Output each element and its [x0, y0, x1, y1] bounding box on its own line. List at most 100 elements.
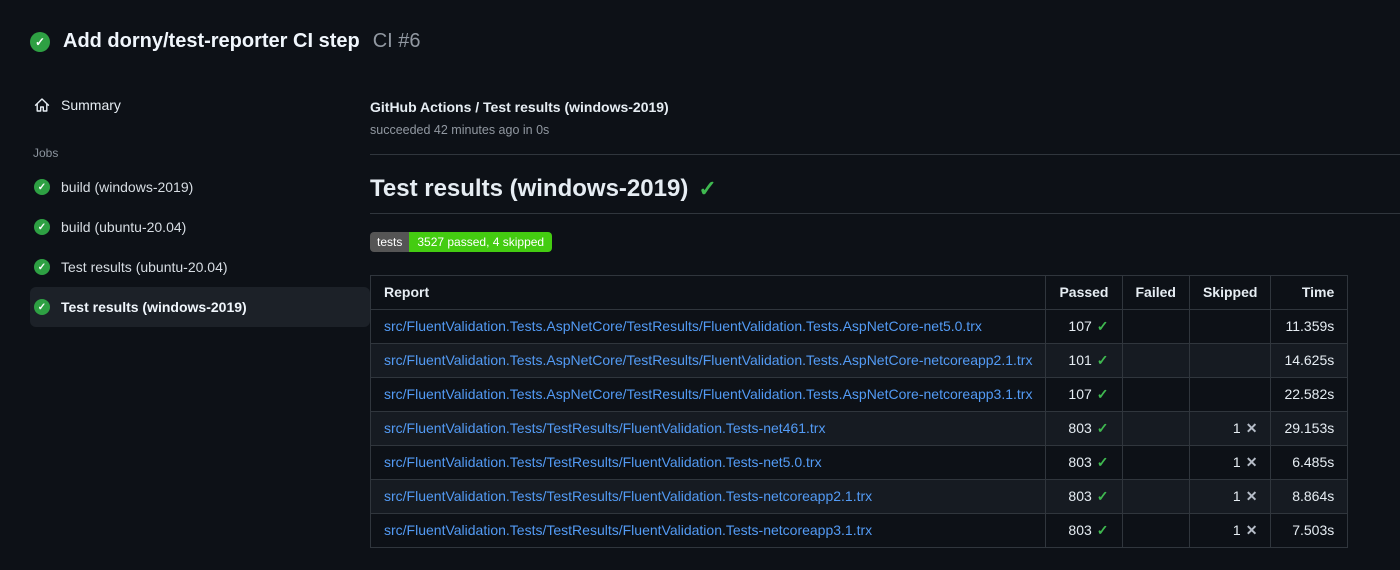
passed-cell: 101 ✓: [1045, 343, 1123, 378]
report-link[interactable]: src/FluentValidation.Tests/TestResults/F…: [384, 454, 822, 470]
pass-check-icon: ✓: [1096, 454, 1109, 470]
pass-check-icon: ✓: [1096, 352, 1109, 368]
time-cell: 11.359s: [1270, 309, 1349, 344]
sidebar: Summary Jobs ✓ build (windows-2019) ✓ bu…: [0, 93, 370, 548]
pass-check-icon: ✓: [1096, 318, 1109, 334]
job-success-icon: ✓: [34, 259, 50, 275]
skipped-cell: 1 ✕: [1188, 445, 1272, 480]
run-title: Add dorny/test-reporter CI step: [63, 30, 360, 52]
table-body: src/FluentValidation.Tests.AspNetCore/Te…: [369, 309, 1349, 548]
skipped-cell: [1188, 377, 1272, 412]
skip-x-icon: ✕: [1245, 420, 1258, 436]
failed-cell: [1121, 445, 1190, 480]
table-row: src/FluentValidation.Tests/TestResults/F…: [369, 411, 1349, 446]
table-row: src/FluentValidation.Tests/TestResults/F…: [369, 479, 1349, 514]
pass-check-icon: ✓: [1096, 420, 1109, 436]
section-check-icon: ✓: [698, 176, 717, 201]
time-cell: 14.625s: [1270, 343, 1349, 378]
passed-cell: 107 ✓: [1045, 377, 1123, 412]
jobs-section-label: Jobs: [33, 146, 59, 160]
run-success-icon: ✓: [30, 31, 50, 52]
skip-x-icon: ✕: [1245, 488, 1258, 504]
section-title-text: Test results (windows-2019): [370, 175, 689, 202]
failed-cell: [1121, 377, 1190, 412]
column-header-time: Time: [1270, 275, 1349, 310]
report-cell: src/FluentValidation.Tests.AspNetCore/Te…: [369, 309, 1047, 344]
main-content: GitHub Actions / Test results (windows-2…: [369, 93, 1400, 548]
report-cell: src/FluentValidation.Tests/TestResults/F…: [369, 411, 1047, 446]
pass-check-icon: ✓: [1096, 522, 1109, 538]
skipped-cell: 1 ✕: [1188, 411, 1272, 446]
pass-check-icon: ✓: [1096, 386, 1109, 402]
failed-cell: [1121, 513, 1190, 548]
report-link[interactable]: src/FluentValidation.Tests.AspNetCore/Te…: [384, 386, 1032, 402]
table-row: src/FluentValidation.Tests/TestResults/F…: [369, 513, 1349, 548]
table-row: src/FluentValidation.Tests.AspNetCore/Te…: [369, 343, 1349, 378]
job-item-label: build (ubuntu-20.04): [61, 219, 187, 235]
check-run-title: GitHub Actions / Test results (windows-2…: [370, 99, 669, 115]
report-cell: src/FluentValidation.Tests/TestResults/F…: [369, 513, 1047, 548]
skip-x-icon: ✕: [1245, 522, 1258, 538]
report-link[interactable]: src/FluentValidation.Tests/TestResults/F…: [384, 420, 825, 436]
job-item-label: build (windows-2019): [61, 179, 194, 195]
skipped-cell: 1 ✕: [1188, 479, 1272, 514]
tests-badge: tests 3527 passed, 4 skipped: [370, 232, 553, 252]
report-cell: src/FluentValidation.Tests/TestResults/F…: [369, 479, 1047, 514]
tests-badge-label: tests: [370, 232, 410, 252]
time-cell: 22.582s: [1270, 377, 1349, 412]
skipped-cell: 1 ✕: [1188, 513, 1272, 548]
report-cell: src/FluentValidation.Tests.AspNetCore/Te…: [369, 377, 1047, 412]
sidebar-job-item[interactable]: ✓ Test results (windows-2019): [30, 287, 370, 327]
check-run-status: succeeded 42 minutes ago in 0s: [370, 123, 550, 137]
report-cell: src/FluentValidation.Tests.AspNetCore/Te…: [369, 343, 1047, 378]
report-link[interactable]: src/FluentValidation.Tests.AspNetCore/Te…: [384, 318, 982, 334]
tests-badge-value: 3527 passed, 4 skipped: [409, 232, 553, 252]
column-header-passed: Passed: [1045, 275, 1123, 310]
sidebar-job-item[interactable]: ✓ Test results (ubuntu-20.04): [30, 247, 370, 287]
passed-cell: 803 ✓: [1045, 411, 1123, 446]
column-header-failed: Failed: [1121, 275, 1190, 310]
failed-cell: [1121, 309, 1190, 344]
report-link[interactable]: src/FluentValidation.Tests/TestResults/F…: [384, 522, 872, 538]
passed-cell: 107 ✓: [1045, 309, 1123, 344]
job-success-icon: ✓: [34, 179, 50, 195]
report-link[interactable]: src/FluentValidation.Tests/TestResults/F…: [384, 488, 872, 504]
table-header-row: Report Passed Failed Skipped Time: [369, 275, 1349, 310]
table-row: src/FluentValidation.Tests/TestResults/F…: [369, 445, 1349, 480]
pass-check-icon: ✓: [1096, 488, 1109, 504]
run-number: CI #6: [372, 30, 421, 52]
jobs-list: ✓ build (windows-2019) ✓ build (ubuntu-2…: [30, 167, 370, 327]
time-cell: 6.485s: [1270, 445, 1349, 480]
time-cell: 7.503s: [1270, 513, 1349, 548]
failed-cell: [1121, 343, 1190, 378]
job-item-label: Test results (ubuntu-20.04): [61, 259, 228, 275]
sidebar-job-item[interactable]: ✓ build (windows-2019): [30, 167, 370, 207]
passed-cell: 803 ✓: [1045, 445, 1123, 480]
sidebar-item-summary[interactable]: Summary: [30, 93, 370, 117]
table-row: src/FluentValidation.Tests.AspNetCore/Te…: [369, 377, 1349, 412]
job-success-icon: ✓: [34, 299, 50, 315]
summary-label: Summary: [61, 97, 121, 113]
header-divider: [370, 154, 1400, 155]
failed-cell: [1121, 479, 1190, 514]
passed-cell: 803 ✓: [1045, 513, 1123, 548]
skipped-cell: [1188, 309, 1272, 344]
passed-cell: 803 ✓: [1045, 479, 1123, 514]
report-cell: src/FluentValidation.Tests/TestResults/F…: [369, 445, 1047, 480]
job-success-icon: ✓: [34, 219, 50, 235]
job-item-label: Test results (windows-2019): [61, 299, 247, 315]
column-header-skipped: Skipped: [1188, 275, 1272, 310]
home-icon: [34, 98, 50, 112]
sidebar-job-item[interactable]: ✓ build (ubuntu-20.04): [30, 207, 370, 247]
skip-x-icon: ✕: [1245, 454, 1258, 470]
failed-cell: [1121, 411, 1190, 446]
section-title: Test results (windows-2019) ✓: [370, 175, 1400, 214]
column-header-report: Report: [369, 275, 1047, 310]
time-cell: 29.153s: [1270, 411, 1349, 446]
report-link[interactable]: src/FluentValidation.Tests.AspNetCore/Te…: [384, 352, 1032, 368]
time-cell: 8.864s: [1270, 479, 1349, 514]
skipped-cell: [1188, 343, 1272, 378]
table-row: src/FluentValidation.Tests.AspNetCore/Te…: [369, 309, 1349, 344]
run-header: ✓ Add dorny/test-reporter CI step CI #6: [0, 0, 1400, 53]
test-results-table: Report Passed Failed Skipped Time src/Fluent…: [369, 275, 1349, 548]
